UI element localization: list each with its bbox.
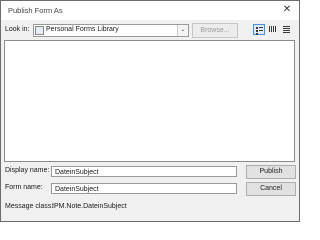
message-class-label: Message class: — [5, 203, 54, 210]
message-class-value: IPM.Note.DateinSubject — [52, 203, 127, 210]
form-name-field[interactable]: DateinSubject — [51, 183, 237, 194]
details-view-icon[interactable] — [253, 24, 265, 35]
display-name-field[interactable]: DateinSubject — [51, 166, 237, 177]
close-icon[interactable]: ✕ — [281, 4, 293, 16]
publish-button[interactable]: Publish — [246, 165, 296, 179]
display-name-label: Display name: — [5, 167, 50, 174]
dialog-title: Publish Form As — [8, 6, 63, 15]
thumbnail-view-icon[interactable] — [281, 24, 293, 35]
browse-button[interactable]: Browse... — [192, 23, 238, 38]
folder-icon — [35, 26, 44, 35]
title-bar[interactable]: Publish Form As ✕ — [1, 1, 299, 20]
forms-list[interactable] — [4, 40, 295, 162]
look-in-label: Look in: — [5, 26, 30, 33]
look-in-value: Personal Forms Library — [46, 26, 119, 33]
list-view-icon[interactable] — [267, 24, 279, 35]
publish-form-dialog: Publish Form As ✕ Look in: Personal Form… — [0, 0, 300, 222]
chevron-down-icon[interactable]: ⌄ — [177, 25, 188, 36]
look-in-dropdown[interactable]: Personal Forms Library ⌄ — [33, 24, 189, 37]
cancel-button[interactable]: Cancel — [246, 182, 296, 196]
form-name-label: Form name: — [5, 184, 43, 191]
